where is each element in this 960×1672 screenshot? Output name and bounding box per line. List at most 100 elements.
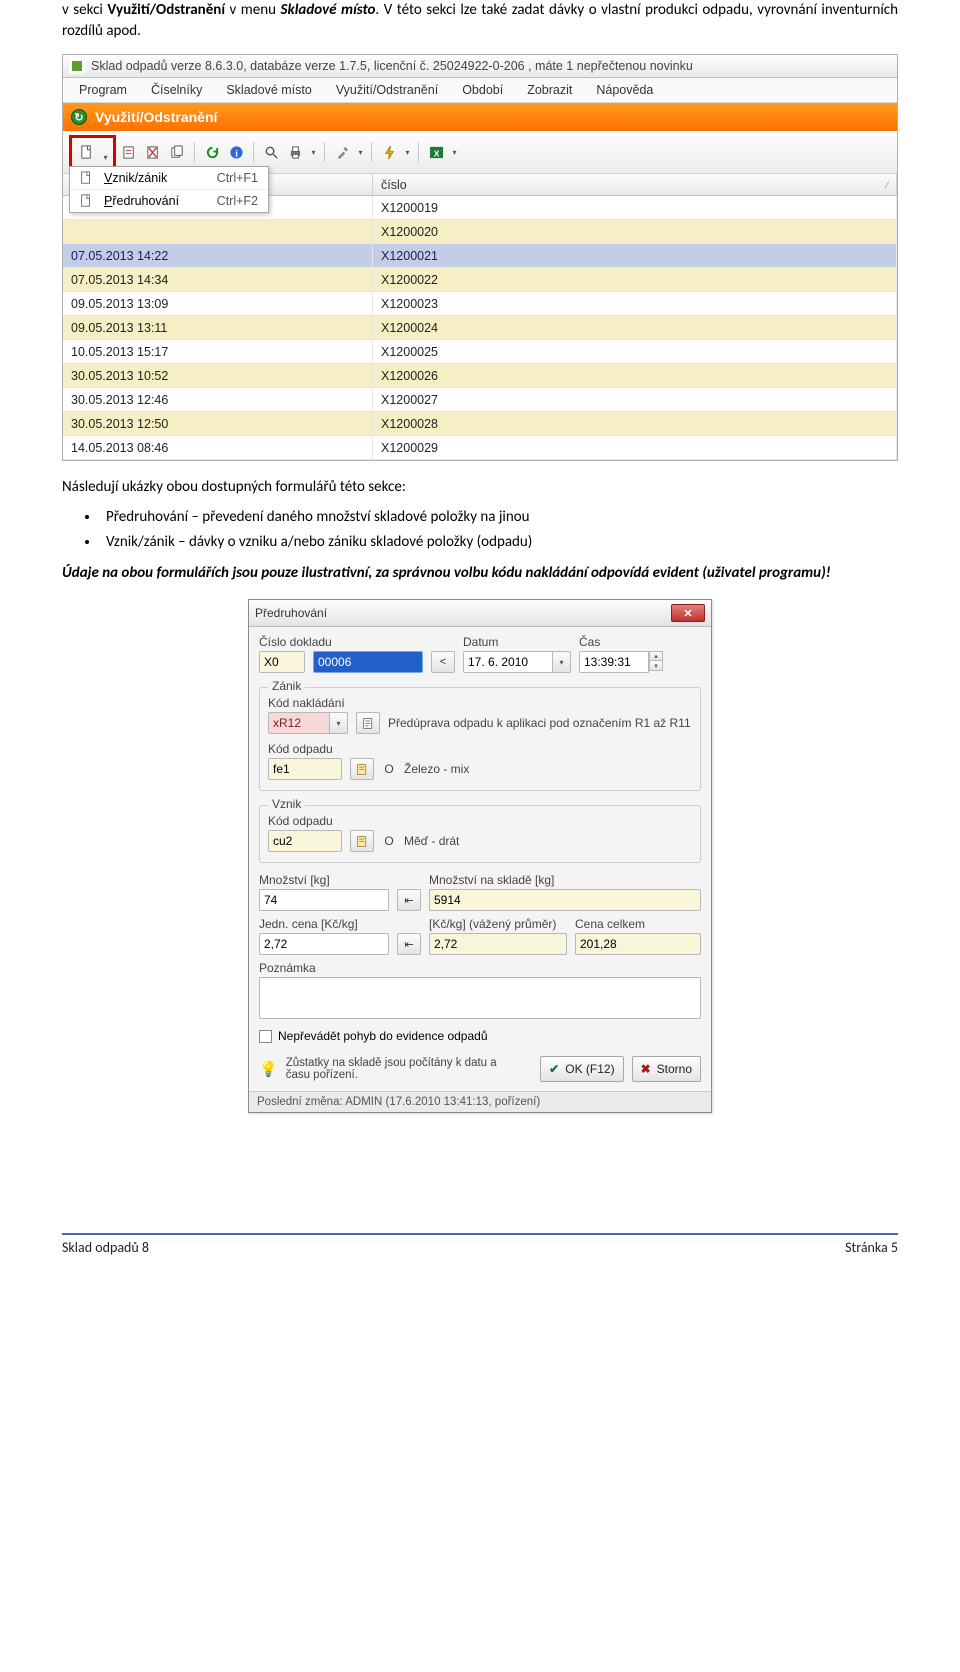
table-row-date[interactable]: 09.05.2013 13:09	[63, 292, 373, 316]
new-doc-dropdown-arrow[interactable]: ▾	[100, 153, 110, 162]
dropdown-label: Předruhování	[104, 194, 179, 208]
table-row-number[interactable]: X1200021	[373, 244, 897, 268]
dropdown-item-vznik[interactable]: Vznik/zánik Ctrl+F1	[70, 167, 268, 190]
copy-icon[interactable]	[166, 141, 188, 163]
mid-section: Následují ukázky obou dostupných formulá…	[62, 477, 898, 585]
table-row-number[interactable]: X1200027	[373, 388, 897, 412]
menu-program[interactable]: Program	[67, 80, 139, 100]
zanik-kododp-field[interactable]: fe1	[268, 758, 342, 780]
print-dropdown-arrow[interactable]: ▾	[308, 148, 318, 157]
edit-icon[interactable]	[118, 141, 140, 163]
table-row-number[interactable]: X1200029	[373, 436, 897, 460]
spinner-up-icon[interactable]: ▴	[649, 651, 663, 661]
search-icon[interactable]	[260, 141, 282, 163]
label-mnozstvi: Množství [kg]	[259, 873, 389, 887]
label-mnozsklad: Množství na skladě [kg]	[429, 873, 701, 887]
table-row-date[interactable]: 14.05.2013 08:46	[63, 436, 373, 460]
table-row-date[interactable]: 07.05.2013 14:34	[63, 268, 373, 292]
datum-field[interactable]: 17. 6. 2010	[463, 651, 553, 673]
column-header-number[interactable]: číslo⁄	[373, 174, 897, 196]
refresh-icon[interactable]	[201, 141, 223, 163]
excel-icon[interactable]: X	[425, 141, 447, 163]
table-row-number[interactable]: X1200028	[373, 412, 897, 436]
table-row-number[interactable]: X1200023	[373, 292, 897, 316]
delete-icon[interactable]	[142, 141, 164, 163]
table-row-date[interactable]: 30.05.2013 12:46	[63, 388, 373, 412]
label-kododp2: Kód odpadu	[268, 814, 692, 828]
grid-col-number: číslo⁄ X1200019X1200020X1200021X1200022X…	[373, 174, 897, 460]
svg-text:X: X	[434, 148, 440, 158]
lookup-button[interactable]	[350, 758, 374, 780]
action-icon[interactable]	[378, 141, 400, 163]
vznik-group: Vznik Kód odpadu cu2 O Měď - drát	[259, 805, 701, 863]
menu-napoveda[interactable]: Nápověda	[584, 80, 665, 100]
time-spinner[interactable]: ▴▾	[649, 651, 663, 673]
close-button[interactable]: ✕	[671, 604, 705, 622]
dropdown-label: Vznik/zánik	[104, 171, 167, 185]
section-title: Využití/Odstranění	[95, 109, 217, 125]
tools-dropdown-arrow[interactable]: ▾	[355, 148, 365, 157]
zanik-kodnak-field[interactable]: xR12	[268, 712, 330, 734]
table-row-date[interactable]: 30.05.2013 10:52	[63, 364, 373, 388]
menu-vyuziti[interactable]: Využití/Odstranění	[324, 80, 450, 100]
storno-button[interactable]: ✖ Storno	[632, 1056, 701, 1082]
predruhovani-dialog: Předruhování ✕ Číslo dokladu X0 00006 < …	[248, 599, 712, 1113]
table-row-number[interactable]: X1200024	[373, 316, 897, 340]
neprev-checkbox-row[interactable]: Nepřevádět pohyb do evidence odpadů	[259, 1029, 701, 1043]
new-doc-icon[interactable]	[75, 141, 97, 163]
checkbox-icon[interactable]	[259, 1030, 272, 1043]
lookup-button[interactable]	[356, 712, 380, 734]
ok-button[interactable]: ✔OK (F12)	[540, 1056, 623, 1082]
info-icon[interactable]: i	[225, 141, 247, 163]
zanik-group: Zánik Kód nakládání xR12 ▾ Předúprava od…	[259, 687, 701, 791]
dialog-wrapper: Předruhování ✕ Číslo dokladu X0 00006 < …	[62, 599, 898, 1113]
table-row-number[interactable]: X1200025	[373, 340, 897, 364]
table-row-number[interactable]: X1200019	[373, 196, 897, 220]
label-kodnak: Kód nakládání	[268, 696, 692, 710]
table-row-date[interactable]: 09.05.2013 13:11	[63, 316, 373, 340]
mid-note: Údaje na obou formulářích jsou pouze ilu…	[62, 563, 898, 585]
action-dropdown-arrow[interactable]: ▾	[402, 148, 412, 157]
table-row-date[interactable]: 07.05.2013 14:22	[63, 244, 373, 268]
copy-left-button[interactable]: ⇤	[397, 889, 421, 911]
tools-icon[interactable]	[331, 141, 353, 163]
vznik-kododp-field[interactable]: cu2	[268, 830, 342, 852]
table-row-date[interactable]: 30.05.2013 12:50	[63, 412, 373, 436]
cislo-num-field[interactable]: 00006	[313, 651, 423, 673]
mnozstvi-field[interactable]: 74	[259, 889, 389, 911]
menu-ciselniky[interactable]: Číselníky	[139, 80, 214, 100]
cross-icon: ✖	[641, 1062, 651, 1076]
vznik-kododp-desc: Měď - drát	[404, 834, 459, 848]
mid-lead: Následují ukázky obou dostupných formulá…	[62, 477, 898, 499]
table-row-date[interactable]: 10.05.2013 15:17	[63, 340, 373, 364]
zanik-kododp-o: O	[382, 762, 396, 776]
copy-left-button[interactable]: ⇤	[397, 933, 421, 955]
table-row-number[interactable]: X1200022	[373, 268, 897, 292]
grid-col-date: 07.05.2013 14:2207.05.2013 14:3409.05.20…	[63, 174, 373, 460]
bullet-list: Předruhování – převedení daného množství…	[100, 507, 898, 554]
intro-paragraph: v sekci Využití/Odstranění v menu Sklado…	[62, 0, 898, 42]
storno-label: Storno	[657, 1062, 692, 1076]
table-row-number[interactable]: X1200026	[373, 364, 897, 388]
poznamka-field[interactable]	[259, 977, 701, 1019]
spinner-down-icon[interactable]: ▾	[649, 661, 663, 671]
separator	[418, 142, 419, 162]
label-datum: Datum	[463, 635, 571, 649]
lookup-button[interactable]	[350, 830, 374, 852]
table-row-date[interactable]	[63, 220, 373, 244]
dropdown-item-predruhovani[interactable]: Předruhování Ctrl+F2	[70, 190, 268, 212]
cas-field[interactable]: 13:39:31	[579, 651, 649, 673]
dialog-titlebar: Předruhování ✕	[249, 600, 711, 627]
excel-dropdown-arrow[interactable]: ▾	[449, 148, 459, 157]
print-icon[interactable]	[284, 141, 306, 163]
menu-zobrazit[interactable]: Zobrazit	[515, 80, 584, 100]
menu-obdobi[interactable]: Období	[450, 80, 515, 100]
mnozsklad-field: 5914	[429, 889, 701, 911]
date-dropdown-icon[interactable]: ▾	[553, 651, 571, 673]
jedn-field[interactable]: 2,72	[259, 933, 389, 955]
separator	[194, 142, 195, 162]
dropdown-icon[interactable]: ▾	[330, 712, 348, 734]
prev-button[interactable]: <	[431, 651, 455, 673]
menu-skladove-misto[interactable]: Skladové místo	[214, 80, 323, 100]
table-row-number[interactable]: X1200020	[373, 220, 897, 244]
